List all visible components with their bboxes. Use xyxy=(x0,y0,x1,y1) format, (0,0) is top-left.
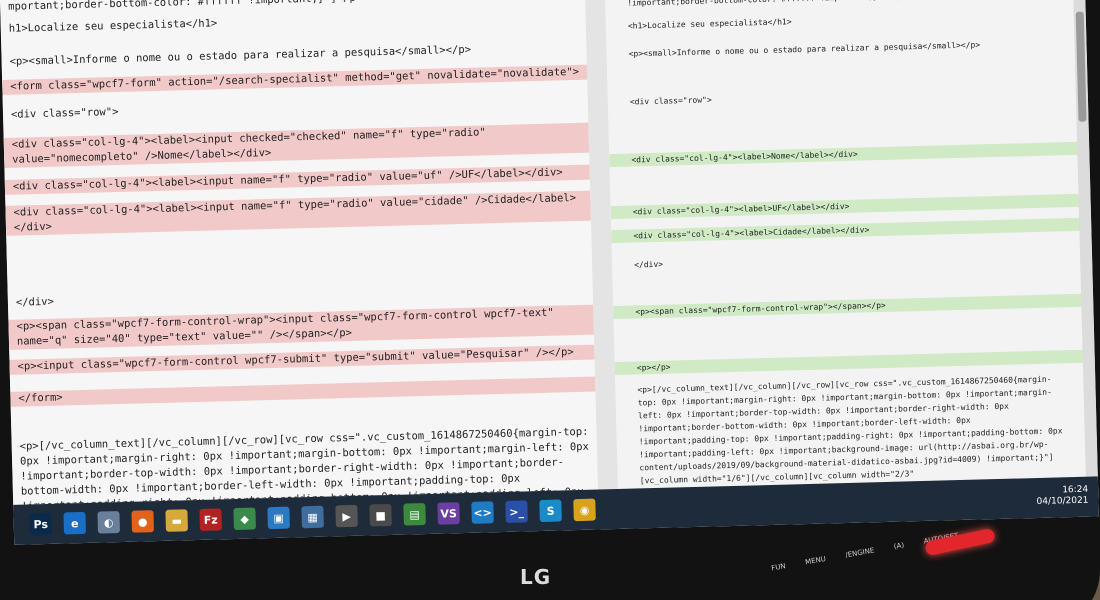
edge-icon[interactable]: e xyxy=(63,511,87,535)
right-code-line: <p>[/vc_column_text][/vc_column][/vc_row… xyxy=(637,374,1068,486)
photo-scene: mportant;border-bottom-color: #ffffff !i… xyxy=(0,0,1100,600)
firefox-icon[interactable]: ● xyxy=(131,510,154,533)
right-code-line: <div class="col-lg-4"><label>Nome</label… xyxy=(609,141,1080,168)
paint-icon[interactable]: ◐ xyxy=(97,511,120,534)
system-tray-clock[interactable]: 16:24 04/10/2021 xyxy=(1036,485,1088,508)
left-code-line: <div class="col-lg-4"><label><input chec… xyxy=(3,122,590,168)
taskbar-icons: Ps e ◐ ● ▬ Fz ◆ ▣ ▦ ▶ ■ ▤ VS <> >_ S ◉ xyxy=(23,498,601,536)
right-code-line: <h1>Localize seu especialista</h1> xyxy=(627,17,792,31)
right-code-line: <div class="col-lg-4"><label>UF</label><… xyxy=(610,193,1081,220)
visual-studio-icon[interactable]: VS xyxy=(437,502,460,525)
vscode-icon[interactable]: <> xyxy=(471,501,494,524)
diff-left-pane[interactable]: mportant;border-bottom-color: #ffffff !i… xyxy=(0,0,599,505)
clock-date: 04/10/2021 xyxy=(1036,495,1089,508)
terminal-icon[interactable]: >_ xyxy=(505,500,528,523)
right-code-line: </div> xyxy=(634,259,664,270)
s-app-icon[interactable]: S xyxy=(539,499,562,523)
folder-icon[interactable]: ▬ xyxy=(165,509,188,532)
right-code-line: <p><span class="wpcf7-form-control-wrap"… xyxy=(613,293,1084,320)
diff-right-pane[interactable]: #ffffff !important;border-right-color: #… xyxy=(604,0,1088,489)
filezilla-icon[interactable]: Fz xyxy=(199,508,222,531)
notes-icon[interactable]: ▤ xyxy=(403,503,426,526)
left-code-line: <p><small>Informe o nome ou o estado par… xyxy=(9,43,472,68)
monitor-screen: mportant;border-bottom-color: #ffffff !i… xyxy=(0,0,1099,545)
left-code-line: </form> xyxy=(10,376,596,407)
monitor-brand-logo: LG xyxy=(520,565,552,589)
media-icon[interactable]: ▶ xyxy=(335,504,358,528)
left-code-line: <p><span class="wpcf7-form-control-wrap"… xyxy=(8,304,594,350)
left-code-line: <div class="col-lg-4"><label><input name… xyxy=(4,164,590,195)
generic-icon[interactable]: ■ xyxy=(369,503,392,527)
left-code-line: <div class="col-lg-4"><label><input name… xyxy=(5,190,591,236)
photos-icon[interactable]: ▦ xyxy=(301,505,324,529)
right-code-line: <div class="col-lg-4"><label>Cidade</lab… xyxy=(611,217,1082,244)
left-code-line: <form class="wpcf7-form" action="/search… xyxy=(2,64,588,95)
right-code-line: #ffffff !important;border-right-color: #… xyxy=(605,0,1076,10)
network-icon[interactable]: ◆ xyxy=(233,507,256,531)
screen-icon[interactable]: ▣ xyxy=(267,506,290,530)
right-code-line: <div class="row"> xyxy=(629,95,712,107)
left-code-line: <p><input class="wpcf7-form-control wpcf… xyxy=(9,344,595,375)
photoshop-icon[interactable]: Ps xyxy=(29,512,53,536)
left-code-line: <div class="row"> xyxy=(10,105,119,121)
right-code-line: <p><small>Informe o nome ou o estado par… xyxy=(628,40,981,59)
chrome-icon[interactable]: ◉ xyxy=(573,498,596,522)
right-code-line: <p></p> xyxy=(614,349,1085,376)
scrollbar-thumb[interactable] xyxy=(1075,11,1087,122)
